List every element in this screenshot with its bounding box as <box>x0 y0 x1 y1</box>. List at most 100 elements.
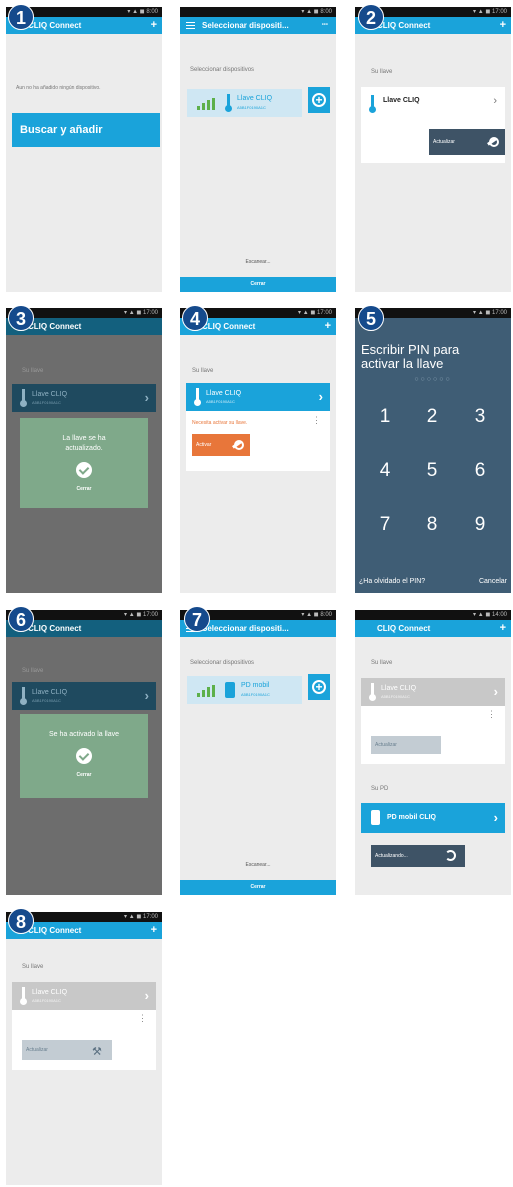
key-name: Llave CLIQ <box>32 989 68 996</box>
chevron-right-icon: › <box>493 684 498 699</box>
key-actions-panel: ⋮ Actualizar ⚒ <box>12 1010 156 1070</box>
add-device-button[interactable]: + <box>308 674 330 700</box>
pin-key-5[interactable]: 5 <box>417 460 447 482</box>
screen-select-key: ▾ ▲ ◼ 8:00 Seleccionar dispositi... ••• … <box>180 7 336 292</box>
pin-key-1[interactable]: 1 <box>370 406 400 428</box>
more-vert-icon[interactable]: ⋮ <box>138 1014 147 1023</box>
add-icon[interactable]: + <box>151 17 157 34</box>
key-id: A5B1F0190A1C <box>32 998 61 1003</box>
check-icon <box>76 462 92 478</box>
pin-key-3[interactable]: 3 <box>465 406 495 428</box>
your-key-label: Su llave <box>371 660 393 666</box>
close-bar[interactable]: Cerrar <box>180 880 336 895</box>
app-title: CLIQ Connect <box>28 624 82 633</box>
scanning-text: Escanear... <box>245 862 271 868</box>
add-icon[interactable]: + <box>500 17 506 34</box>
update-button: Actualizar <box>371 736 441 754</box>
screen-1: ▾ ▲ ◼ 8:00 CLIQ Connect + Aun no ha añad… <box>6 7 162 292</box>
pin-key-8[interactable]: 8 <box>417 514 447 536</box>
menu-icon[interactable] <box>186 22 195 29</box>
key-id: A5B1F0190A1C <box>381 694 410 699</box>
app-title: CLIQ Connect <box>377 624 431 633</box>
update-label: Actualizar <box>433 139 455 145</box>
status-bar: ▾ ▲ ◼ 14:00 <box>355 610 511 620</box>
device-name: PD mobil <box>241 682 270 689</box>
pd-card[interactable]: PD mobil CLIQ › <box>361 803 505 833</box>
key-name: Llave CLIQ <box>381 685 417 692</box>
key-name: Llave CLIQ <box>383 97 420 104</box>
add-icon[interactable]: + <box>325 318 331 335</box>
key-icon <box>20 987 28 1005</box>
cancel-button[interactable]: Cancelar <box>479 578 507 585</box>
forgot-pin-link[interactable]: ¿Ha olvidado el PIN? <box>359 578 425 585</box>
close-bar[interactable]: Cerrar <box>180 277 336 292</box>
more-text[interactable]: ••• <box>322 17 328 34</box>
key-icon <box>369 683 377 701</box>
more-vert-icon[interactable]: ⋮ <box>487 710 496 719</box>
your-key-label: Su llave <box>192 368 214 374</box>
wrench-icon <box>232 440 244 450</box>
chevron-right-icon: › <box>144 688 149 703</box>
add-icon[interactable]: + <box>151 922 157 939</box>
key-name: Llave CLIQ <box>32 689 68 696</box>
step-badge-2: 2 <box>358 4 384 30</box>
your-key-label: Su llave <box>371 69 393 75</box>
signal-icon <box>197 98 217 110</box>
key-name: Llave CLIQ <box>206 390 242 397</box>
key-card[interactable]: Llave CLIQ A5B1F0190A1C › <box>186 383 330 411</box>
pin-title: Escribir PIN para activar la llave <box>361 342 460 371</box>
dialog-close-button[interactable]: Cerrar <box>20 486 148 502</box>
more-vert-icon[interactable]: ⋮ <box>312 416 321 425</box>
update-button[interactable]: Actualizar ⚒ <box>22 1040 112 1060</box>
add-device-button[interactable]: + <box>308 87 330 113</box>
step-badge-4: 4 <box>182 305 208 331</box>
select-subtitle: Seleccionar dispositivos <box>190 67 255 73</box>
pin-key-4[interactable]: 4 <box>370 460 400 482</box>
select-title: Seleccionar dispositi... <box>202 624 289 633</box>
updating-label: Actualizando... <box>375 853 408 859</box>
app-title: CLIQ Connect <box>28 21 82 30</box>
key-icon <box>20 389 28 407</box>
update-button[interactable]: Actualizar <box>429 129 505 155</box>
pd-device-icon <box>371 810 380 825</box>
app-title: CLIQ Connect <box>377 21 431 30</box>
screen-2: ▾ ▲ ◼ 17:00 CLIQ Connect + Su llave Llav… <box>355 7 511 292</box>
pin-key-9[interactable]: 9 <box>465 514 495 536</box>
chevron-right-icon[interactable]: › <box>493 95 497 107</box>
screen-5: ▾ ▲ ◼ 17:00 Escribir PIN para activar la… <box>355 308 511 593</box>
key-card: Llave CLIQ A5B1F0190A1C › <box>12 982 156 1010</box>
screen-pd-updating: ▾ ▲ ◼ 14:00 CLIQ Connect + Su llave Llav… <box>355 610 511 895</box>
activate-label: Activar <box>196 442 212 448</box>
pin-key-6[interactable]: 6 <box>465 460 495 482</box>
device-card[interactable]: PD mobil A5B1F0190A1C <box>187 676 302 704</box>
chevron-right-icon: › <box>318 389 323 404</box>
search-add-button[interactable]: Buscar y añadir <box>12 113 160 147</box>
step-badge-1: 1 <box>8 4 34 30</box>
key-card: Llave CLIQ A5B1F0190A1C › <box>12 384 156 412</box>
device-card[interactable]: Llave CLIQ A5B1F0190A1C <box>187 89 302 117</box>
pin-key-2[interactable]: 2 <box>417 406 447 428</box>
screen-8: ▾ ▲ ◼ 17:00 CLIQ Connect + Su llave Llav… <box>6 912 162 1185</box>
signal-icon <box>197 685 217 697</box>
key-id: A5B1F0190A1C <box>32 698 61 703</box>
device-name: Llave CLIQ <box>237 95 273 102</box>
your-key-label: Su llave <box>22 964 44 970</box>
pin-screen: Escribir PIN para activar la llave ○○○○○… <box>355 318 511 593</box>
activate-button[interactable]: Activar <box>192 434 250 456</box>
pd-device-icon <box>225 682 235 698</box>
key-card[interactable]: Llave CLIQ › Actualizar <box>361 87 505 163</box>
chevron-right-icon: › <box>493 810 498 825</box>
step-badge-7: 7 <box>184 606 210 632</box>
add-icon[interactable]: + <box>500 620 506 637</box>
key-id: A5B1F0190A1C <box>32 400 61 405</box>
activated-dialog: Se ha activado la llave Cerrar <box>20 714 148 798</box>
dialog-close-button[interactable]: Cerrar <box>20 772 148 788</box>
updated-dialog: La llave se ha actualizado. Cerrar <box>20 418 148 508</box>
activated-message: Se ha activado la llave <box>48 731 120 738</box>
step-badge-5: 5 <box>358 305 384 331</box>
screen-6: ▾ ▲ ◼ 17:00 CLIQ Connect Su llave Llave … <box>6 610 162 895</box>
updated-message: La llave se ha actualizado. <box>62 435 106 452</box>
pin-key-7[interactable]: 7 <box>370 514 400 536</box>
key-name: Llave CLIQ <box>32 391 68 398</box>
update-label: Actualizar <box>26 1047 48 1053</box>
